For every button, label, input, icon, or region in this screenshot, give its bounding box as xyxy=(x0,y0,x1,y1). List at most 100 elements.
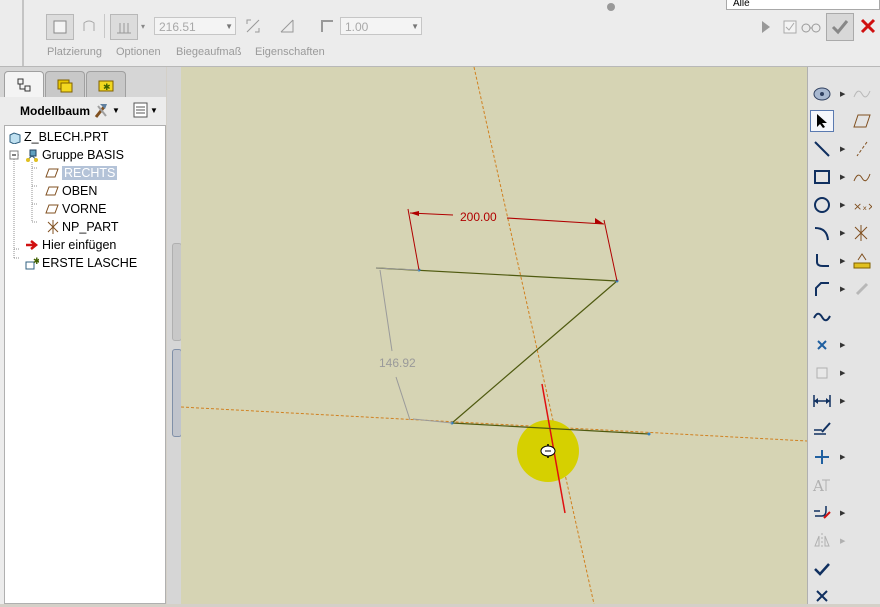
fillet-button[interactable] xyxy=(810,250,834,272)
constraint-button[interactable] xyxy=(810,446,834,468)
thickness-icon xyxy=(117,23,131,34)
datum-point-icon: ×ₓ× xyxy=(853,200,872,213)
coordinate-system-button[interactable] xyxy=(850,222,874,244)
model-tree: Z_BLECH.PRT Gruppe BASIS RECHTS OBEN VOR… xyxy=(4,125,166,604)
chevron-right-icon[interactable]: ▶ xyxy=(840,145,845,153)
select-button[interactable] xyxy=(810,110,834,132)
chevron-right-icon[interactable]: ▶ xyxy=(840,90,845,98)
datum-plane-icon xyxy=(45,202,59,216)
bend-radius-input[interactable]: 1.00 ▼ xyxy=(340,17,422,35)
analysis-button[interactable] xyxy=(850,250,874,272)
chevron-right-icon[interactable]: ▶ xyxy=(840,173,845,181)
chevron-right-icon[interactable]: ▶ xyxy=(840,453,845,461)
point-button[interactable] xyxy=(810,334,834,356)
flip-side-button[interactable] xyxy=(78,14,100,38)
chevron-right-icon[interactable]: ▶ xyxy=(840,369,845,377)
thicken-side-button[interactable] xyxy=(46,14,74,40)
sketch-vertex xyxy=(647,432,651,436)
line-button[interactable] xyxy=(810,138,834,160)
trim-button[interactable] xyxy=(810,502,834,524)
preview-button[interactable] xyxy=(800,18,822,36)
thickness-input[interactable]: 216.51 ▼ xyxy=(154,17,236,35)
bend-type-dropdown[interactable]: ▾ xyxy=(137,14,149,38)
sketch-drawing[interactable] xyxy=(181,67,807,604)
plane-button[interactable] xyxy=(850,110,874,132)
sketch-view-icon xyxy=(813,87,831,101)
datum-plane-icon xyxy=(853,114,871,128)
flip-thickness-button[interactable] xyxy=(242,16,264,36)
svg-text:✱: ✱ xyxy=(103,83,111,93)
tab-model-tree[interactable] xyxy=(4,71,44,98)
tree-item-label: OBEN xyxy=(62,184,98,198)
tree-item-erste-lasche[interactable]: ✱ ERSTE LASCHE xyxy=(25,254,137,272)
spline-button[interactable] xyxy=(810,306,834,328)
chevron-down-icon[interactable]: ▼ xyxy=(411,18,419,36)
chevron-right-icon[interactable]: ▶ xyxy=(840,201,845,209)
sketch-view-button[interactable] xyxy=(810,83,834,105)
panel-splitter[interactable] xyxy=(167,67,182,604)
tree-item-rechts[interactable]: RECHTS xyxy=(45,164,118,182)
dimension-button[interactable] xyxy=(810,390,834,412)
tab-options[interactable]: Optionen xyxy=(116,46,161,58)
show-menu-button[interactable]: ▼ xyxy=(132,101,164,119)
sketch-line-diagonal xyxy=(451,280,618,424)
link-icon xyxy=(855,282,869,296)
bend-allowance-button[interactable] xyxy=(110,14,138,40)
circle-icon xyxy=(814,197,830,213)
chevron-right-icon[interactable]: ▶ xyxy=(840,341,845,349)
modify-button[interactable] xyxy=(810,418,834,440)
filter-dropdown[interactable]: Alle xyxy=(726,0,880,10)
tree-item-vorne[interactable]: VORNE xyxy=(45,200,106,218)
tree-item-oben[interactable]: OBEN xyxy=(45,182,97,200)
tree-item-np-part[interactable]: NP_PART xyxy=(45,218,119,236)
datum-curve-button[interactable] xyxy=(850,166,874,188)
link-disabled-button xyxy=(850,278,874,300)
axis-button[interactable] xyxy=(850,138,874,160)
thickness-value: 216.51 xyxy=(159,20,196,34)
tab-properties[interactable]: Eigenschaften xyxy=(255,46,325,58)
chevron-right-icon[interactable]: ▶ xyxy=(840,285,845,293)
accept-sketch-button[interactable] xyxy=(810,558,834,580)
tab-placement[interactable]: Platzierung xyxy=(47,46,102,58)
pointer-icon xyxy=(817,114,827,128)
svg-text:×ₓ×: ×ₓ× xyxy=(853,200,872,213)
datum-plane-icon xyxy=(45,184,59,198)
sketch-canvas[interactable]: 200.00 146.92 xyxy=(181,67,807,604)
offset-edge-icon xyxy=(816,367,828,379)
chevron-down-icon[interactable]: ▼ xyxy=(225,18,233,36)
spline-icon xyxy=(853,90,871,98)
chevron-right-icon[interactable]: ▶ xyxy=(840,509,845,517)
point-icon xyxy=(817,340,827,350)
tab-bend-allowance[interactable]: Biegeaufmaß xyxy=(176,46,241,58)
chevron-right-icon: ▶ xyxy=(840,538,846,545)
model-tree-title: Modellbaum xyxy=(20,104,91,118)
dimension-horizontal-label[interactable]: 200.00 xyxy=(460,210,497,224)
tree-item-insert-here[interactable]: Hier einfügen xyxy=(25,236,116,254)
dimension-extension-right xyxy=(603,219,618,282)
chevron-right-icon[interactable]: ▶ xyxy=(840,397,845,405)
circle-button[interactable] xyxy=(810,194,834,216)
arc-button[interactable] xyxy=(810,222,834,244)
tree-item-label: ERSTE LASCHE xyxy=(42,256,138,270)
glasses-icon xyxy=(801,23,821,33)
play-icon xyxy=(762,21,770,33)
dashboard-divider xyxy=(22,0,24,66)
settings-menu-button[interactable]: ▼ xyxy=(92,101,124,119)
bend-relief-button[interactable] xyxy=(276,16,298,36)
resume-button[interactable] xyxy=(758,18,774,36)
bend-radius-button[interactable] xyxy=(316,16,338,36)
chamfer-icon xyxy=(815,282,829,296)
ok-button[interactable] xyxy=(826,13,854,41)
datum-point-button[interactable]: ×ₓ× xyxy=(850,194,874,216)
chevron-right-icon[interactable]: ▶ xyxy=(840,257,845,265)
tree-item-label: VORNE xyxy=(62,202,107,216)
chamfer-button[interactable] xyxy=(810,278,834,300)
chevron-right-icon[interactable]: ▶ xyxy=(840,229,845,237)
rectangle-button[interactable] xyxy=(810,166,834,188)
tab-folder-browser[interactable] xyxy=(45,71,85,97)
tab-favorites[interactable]: ✱ xyxy=(86,71,126,97)
dimension-vertical-label[interactable]: 146.92 xyxy=(379,356,416,370)
verify-button[interactable] xyxy=(782,18,798,36)
tree-item-group-basis[interactable]: Gruppe BASIS xyxy=(25,146,124,164)
cancel-button[interactable] xyxy=(856,14,880,38)
